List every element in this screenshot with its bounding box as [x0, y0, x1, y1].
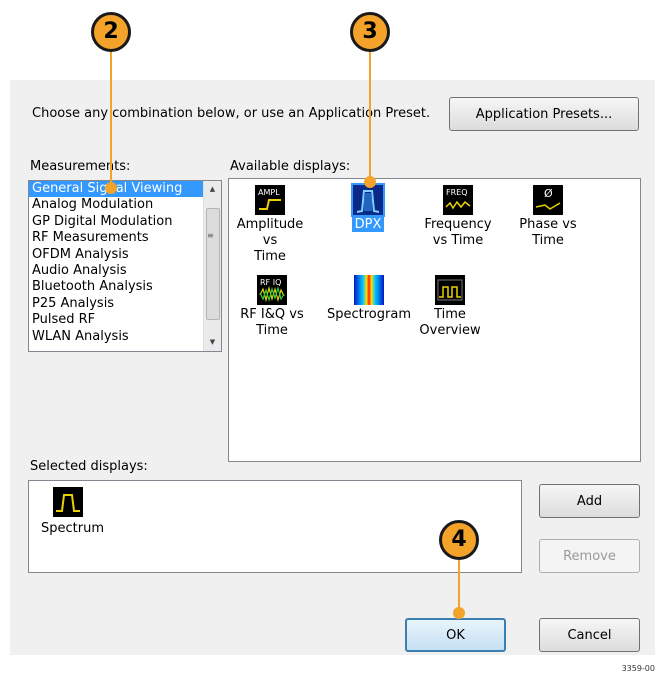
cancel-button[interactable]: Cancel: [539, 618, 640, 652]
measurements-scrollbar[interactable]: ▲ ≡ ▼: [203, 181, 221, 351]
spectrum-icon: [53, 487, 83, 517]
svg-text:AMPL: AMPL: [258, 188, 280, 197]
selected-tile-spectrum[interactable]: Spectrum: [41, 487, 104, 537]
tile-caption: Frequency: [424, 217, 492, 232]
ampl-icon: AMPL: [255, 185, 285, 215]
list-item[interactable]: OFDM Analysis: [29, 247, 221, 263]
figure-number: 3359-00: [621, 664, 655, 673]
list-item[interactable]: WLAN Analysis: [29, 329, 221, 345]
measurements-list[interactable]: General Signal ViewingAnalog ModulationG…: [28, 180, 222, 352]
tile-caption: Spectrum: [41, 521, 104, 536]
list-item[interactable]: General Signal Viewing: [29, 181, 221, 198]
time-overview-icon: [435, 275, 465, 305]
tile-caption: Time: [254, 249, 286, 264]
list-item[interactable]: Analog Modulation: [29, 197, 221, 213]
display-tile-dpx[interactable]: DPX: [333, 183, 403, 233]
list-item[interactable]: Pulsed RF: [29, 312, 221, 328]
display-tile-frequency-vs-time[interactable]: FREQ Frequency vs Time: [415, 185, 501, 249]
available-displays-panel: AMPL Amplitude vs Time DPX FREQ Frequenc…: [228, 178, 641, 462]
scroll-down-arrow-icon[interactable]: ▼: [204, 334, 221, 351]
rfiq-icon: RF IQ: [257, 275, 287, 305]
scroll-up-arrow-icon[interactable]: ▲: [204, 181, 221, 198]
available-displays-label: Available displays:: [230, 159, 351, 174]
add-button[interactable]: Add: [539, 484, 640, 518]
display-tile-spectrogram[interactable]: Spectrogram: [325, 275, 413, 323]
display-tile-rf-iq-vs-time[interactable]: RF IQ RF I&Q vs Time: [237, 275, 307, 339]
selected-displays-label: Selected displays:: [30, 459, 148, 474]
svg-text:Ø: Ø: [544, 187, 553, 200]
callout-2: 2: [91, 12, 131, 52]
scroll-thumb[interactable]: [206, 208, 220, 320]
display-tile-time-overview[interactable]: Time Overview: [415, 275, 485, 339]
callout-2-leader: [110, 50, 112, 190]
application-presets-button[interactable]: Application Presets...: [449, 97, 639, 131]
remove-button[interactable]: Remove: [539, 539, 640, 573]
svg-text:RF IQ: RF IQ: [260, 278, 281, 287]
tile-caption: Spectrogram: [327, 307, 411, 322]
tile-caption: DPX: [351, 217, 385, 232]
callout-3-dot: [364, 176, 376, 188]
ok-button[interactable]: OK: [405, 618, 506, 652]
scroll-grip-icon: ≡: [207, 231, 214, 240]
callout-4-leader: [458, 560, 460, 612]
callout-3-leader: [369, 50, 371, 184]
list-item[interactable]: P25 Analysis: [29, 296, 221, 312]
tile-caption: RF I&Q vs: [240, 307, 304, 322]
measurements-label: Measurements:: [30, 159, 131, 174]
tile-caption: Amplitude vs: [236, 217, 304, 248]
tile-caption: vs Time: [432, 233, 484, 248]
list-item[interactable]: RF Measurements: [29, 230, 221, 246]
display-tile-amplitude-vs-time[interactable]: AMPL Amplitude vs Time: [231, 185, 309, 265]
phase-icon: Ø: [533, 185, 563, 215]
spectrogram-icon: [354, 275, 384, 305]
callout-4-dot: [453, 607, 465, 619]
display-tile-phase-vs-time[interactable]: Ø Phase vs Time: [509, 185, 587, 249]
list-item[interactable]: Bluetooth Analysis: [29, 279, 221, 295]
list-item[interactable]: Audio Analysis: [29, 263, 221, 279]
tile-caption: Time: [256, 323, 288, 338]
callout-2-dot: [105, 182, 117, 194]
tile-caption: Time: [532, 233, 564, 248]
freq-icon: FREQ: [443, 185, 473, 215]
callout-4: 4: [439, 520, 479, 560]
tile-caption: Phase vs: [519, 217, 577, 232]
list-item[interactable]: GP Digital Modulation: [29, 214, 221, 230]
svg-text:FREQ: FREQ: [446, 188, 468, 197]
dpx-icon: [351, 183, 385, 217]
tile-caption: Time: [434, 307, 466, 322]
tile-caption: Overview: [419, 323, 481, 338]
callout-3: 3: [350, 12, 390, 52]
